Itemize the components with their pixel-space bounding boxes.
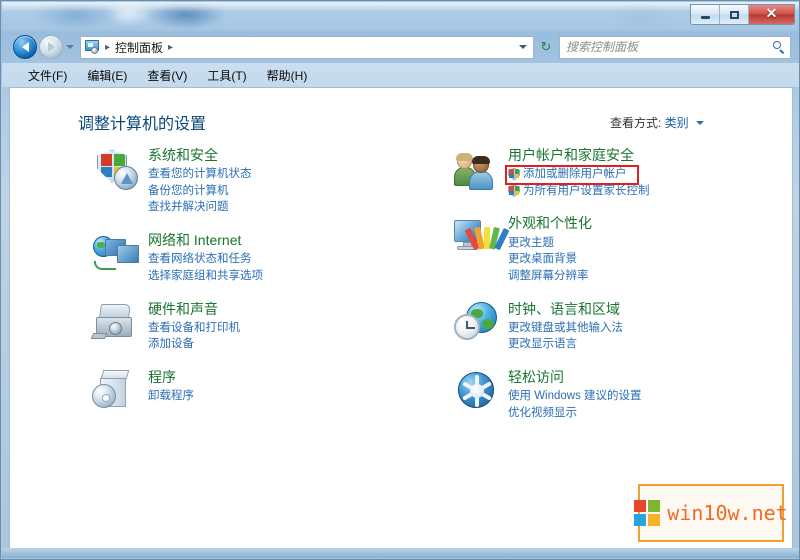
forward-button[interactable] (39, 35, 63, 59)
category-title[interactable]: 时钟、语言和区域 (508, 301, 623, 317)
link-backup-computer[interactable]: 备份您的计算机 (148, 183, 252, 200)
category-title[interactable]: 网络和 Internet (148, 232, 263, 248)
link-label: 为所有用户设置家长控制 (523, 184, 650, 197)
recent-locations-button[interactable] (63, 35, 77, 59)
category-hardware-and-sound: 硬件和声音 查看设备和打印机 添加设备 (90, 300, 432, 353)
menu-bar: 文件(F) 编辑(E) 查看(V) 工具(T) 帮助(H) (2, 63, 799, 87)
user-accounts-family-safety-icon (452, 146, 504, 196)
breadcrumb-separator-leading[interactable]: ▸ (103, 42, 112, 53)
window-caption-buttons: ✕ (690, 4, 795, 25)
close-icon: ✕ (765, 6, 778, 22)
uac-shield-icon (508, 167, 520, 181)
network-internet-icon (92, 231, 144, 281)
aero-glass-background (1, 1, 799, 31)
control-panel-icon (84, 39, 101, 55)
category-clock-language-and-region: 时钟、语言和区域 更改键盘或其他输入法 更改显示语言 (452, 300, 792, 353)
link-view-network-status[interactable]: 查看网络状态和任务 (148, 251, 263, 268)
category-title[interactable]: 用户帐户和家庭安全 (508, 147, 650, 163)
link-change-display-language[interactable]: 更改显示语言 (508, 336, 623, 353)
ease-of-access-icon (452, 368, 504, 418)
programs-icon (92, 368, 144, 418)
menu-help[interactable]: 帮助(H) (257, 65, 318, 86)
link-adjust-screen-resolution[interactable]: 调整屏幕分辨率 (508, 268, 592, 285)
link-optimize-visual-display[interactable]: 优化视频显示 (508, 405, 642, 422)
category-ease-of-access: 轻松访问 使用 Windows 建议的设置 优化视频显示 (452, 368, 792, 421)
menu-view[interactable]: 查看(V) (137, 65, 197, 86)
category-system-and-security: 系统和安全 查看您的计算机状态 备份您的计算机 查找并解决问题 (92, 146, 432, 216)
category-appearance-and-personalization: 外观和个性化 更改主题 更改桌面背景 调整屏幕分辨率 (452, 214, 792, 284)
window-bottom-edge (2, 548, 799, 558)
menu-file[interactable]: 文件(F) (18, 65, 77, 86)
refresh-icon: ↻ (540, 39, 552, 54)
maximize-button[interactable] (720, 5, 749, 24)
control-panel-window: ✕ ▸ 控制面板 ▸ ↻ 搜索控制面板 文件(F) 编辑(E) 查看(V) 工具… (0, 0, 800, 560)
titlebar-highlight (2, 2, 799, 11)
view-by-value[interactable]: 类别 (665, 116, 689, 130)
category-column-left: 系统和安全 查看您的计算机状态 备份您的计算机 查找并解决问题 网络和 Inte… (90, 146, 432, 436)
category-user-accounts-and-family-safety: 用户帐户和家庭安全 添加或删除用户帐户 为所有用户设置家长控制 (452, 146, 792, 199)
chevron-down-icon (519, 45, 527, 49)
link-label: 添加或删除用户帐户 (523, 168, 627, 181)
windows-logo-icon (634, 500, 661, 526)
search-box[interactable] (559, 35, 791, 59)
menu-tools[interactable]: 工具(T) (197, 65, 256, 86)
link-change-keyboard-input[interactable]: 更改键盘或其他输入法 (508, 320, 623, 337)
address-bar[interactable]: ▸ 控制面板 ▸ (80, 35, 534, 59)
search-icon (772, 40, 786, 54)
category-column-right: 用户帐户和家庭安全 添加或删除用户帐户 为所有用户设置家长控制 外观和个性化 更… (452, 146, 792, 436)
link-add-remove-user-accounts[interactable]: 添加或删除用户帐户 (508, 166, 650, 183)
category-network-and-internet: 网络和 Internet 查看网络状态和任务 选择家庭组和共享选项 (92, 231, 432, 284)
view-by-label: 查看方式: (609, 116, 662, 130)
navigation-bar: ▸ 控制面板 ▸ ↻ (1, 31, 799, 63)
close-button[interactable]: ✕ (749, 5, 794, 24)
maximize-icon (729, 10, 739, 19)
minimize-icon (700, 16, 710, 19)
system-security-icon (92, 146, 144, 196)
back-arrow-icon (21, 42, 29, 52)
refresh-button[interactable]: ↻ (535, 36, 557, 59)
chevron-down-icon (696, 121, 704, 125)
breadcrumb-control-panel[interactable]: 控制面板 (112, 39, 166, 56)
link-change-desktop-background[interactable]: 更改桌面背景 (508, 251, 592, 268)
link-view-devices-printers[interactable]: 查看设备和打印机 (148, 320, 240, 337)
link-add-device[interactable]: 添加设备 (148, 336, 240, 353)
chevron-down-icon (66, 45, 74, 49)
appearance-personalization-icon (452, 214, 510, 264)
hardware-sound-icon (90, 300, 144, 350)
category-title[interactable]: 轻松访问 (508, 369, 642, 385)
link-homegroup-sharing[interactable]: 选择家庭组和共享选项 (148, 268, 263, 285)
category-title[interactable]: 系统和安全 (148, 147, 252, 163)
forward-arrow-icon (47, 42, 55, 52)
category-programs: 程序 卸载程序 (92, 368, 432, 418)
search-input[interactable] (564, 39, 772, 55)
link-parental-controls[interactable]: 为所有用户设置家长控制 (508, 183, 650, 200)
link-find-fix-problems[interactable]: 查找并解决问题 (148, 199, 252, 216)
link-use-windows-suggested-settings[interactable]: 使用 Windows 建议的设置 (508, 388, 642, 405)
clock-language-region-icon (452, 300, 504, 350)
view-by-control[interactable]: 查看方式: 类别 (610, 114, 704, 131)
address-dropdown-button[interactable] (515, 37, 531, 58)
category-title[interactable]: 硬件和声音 (148, 301, 240, 317)
content-pane: 调整计算机的设置 查看方式: 类别 系统和安全 查看您的计算机状态 备份您的计算… (9, 87, 793, 549)
link-uninstall-program[interactable]: 卸载程序 (148, 388, 194, 405)
uac-shield-icon (508, 184, 520, 198)
link-change-theme[interactable]: 更改主题 (508, 235, 592, 252)
minimize-button[interactable] (691, 5, 720, 24)
link-view-computer-status[interactable]: 查看您的计算机状态 (148, 166, 252, 183)
back-button[interactable] (13, 35, 37, 59)
page-title: 调整计算机的设置 (78, 116, 207, 133)
category-columns: 系统和安全 查看您的计算机状态 备份您的计算机 查找并解决问题 网络和 Inte… (10, 146, 792, 436)
category-title[interactable]: 程序 (148, 369, 194, 385)
site-watermark: win10w.net (634, 484, 788, 542)
menu-edit[interactable]: 编辑(E) (77, 65, 137, 86)
watermark-text: win10w.net (667, 501, 788, 525)
breadcrumb-separator[interactable]: ▸ (166, 42, 175, 53)
category-title[interactable]: 外观和个性化 (508, 215, 592, 231)
